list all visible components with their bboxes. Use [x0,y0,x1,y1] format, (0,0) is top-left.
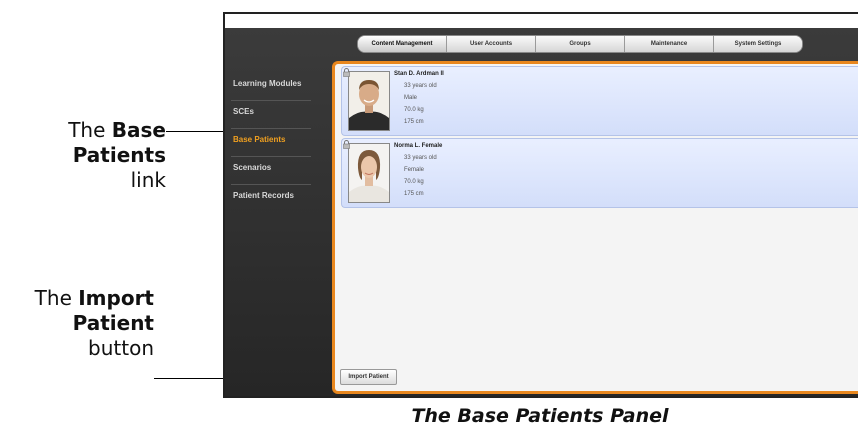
app-screenshot: Content Management User Accounts Groups … [223,12,858,398]
male-patient-icon [348,71,390,131]
patient-sex: Female [404,167,425,173]
callout-bold-word: Patient [72,311,154,335]
leader-line-base-patients [166,131,231,132]
tab-system-settings[interactable]: System Settings [714,36,802,52]
patient-name: Stan D. Ardman II [394,71,444,77]
patient-age: 33 years old [404,83,437,89]
patient-age: 33 years old [404,155,437,161]
figure-caption: The Base Patients Panel [411,405,669,427]
callout-bold-word: Patients [72,143,166,167]
male-patient-avatar [349,72,389,130]
patient-height: 175 cm [404,191,424,197]
lock-icon [343,140,350,149]
callout-bold-word: Base [111,118,166,142]
patient-weight: 70.0 kg [404,107,424,113]
tab-user-accounts[interactable]: User Accounts [447,36,536,52]
sidebar: Learning Modules SCEs Base Patients Scen… [231,73,311,213]
import-patient-button[interactable]: Import Patient [340,369,397,385]
sidebar-item-sces[interactable]: SCEs [231,101,311,129]
sidebar-item-base-patients[interactable]: Base Patients [231,129,311,157]
patient-name: Norma L. Female [394,143,443,149]
base-patients-panel: Stan D. Ardman II 33 years old Male 70.0… [332,61,858,394]
sidebar-item-scenarios[interactable]: Scenarios [231,157,311,185]
sidebar-item-patient-records[interactable]: Patient Records [231,185,311,213]
patient-weight: 70.0 kg [404,179,424,185]
lock-icon [343,68,350,77]
top-navigation: Content Management User Accounts Groups … [357,35,803,53]
tab-maintenance[interactable]: Maintenance [625,36,714,52]
female-patient-icon [348,143,390,203]
patient-card[interactable]: Norma L. Female 33 years old Female 70.0… [341,138,858,208]
patient-sex: Male [404,95,418,101]
tab-groups[interactable]: Groups [536,36,625,52]
female-patient-avatar [349,144,389,202]
callout-base-patients: The Base Patients link [68,118,166,192]
callout-bold-word: Import [78,286,154,310]
sidebar-item-learning-modules[interactable]: Learning Modules [231,73,311,101]
callout-import-patient: The Import Patient button [34,286,154,360]
tab-content-management[interactable]: Content Management [358,36,447,52]
patient-card[interactable]: Stan D. Ardman II 33 years old Male 70.0… [341,66,858,136]
app-window: Content Management User Accounts Groups … [225,28,858,396]
patient-height: 175 cm [404,119,424,125]
